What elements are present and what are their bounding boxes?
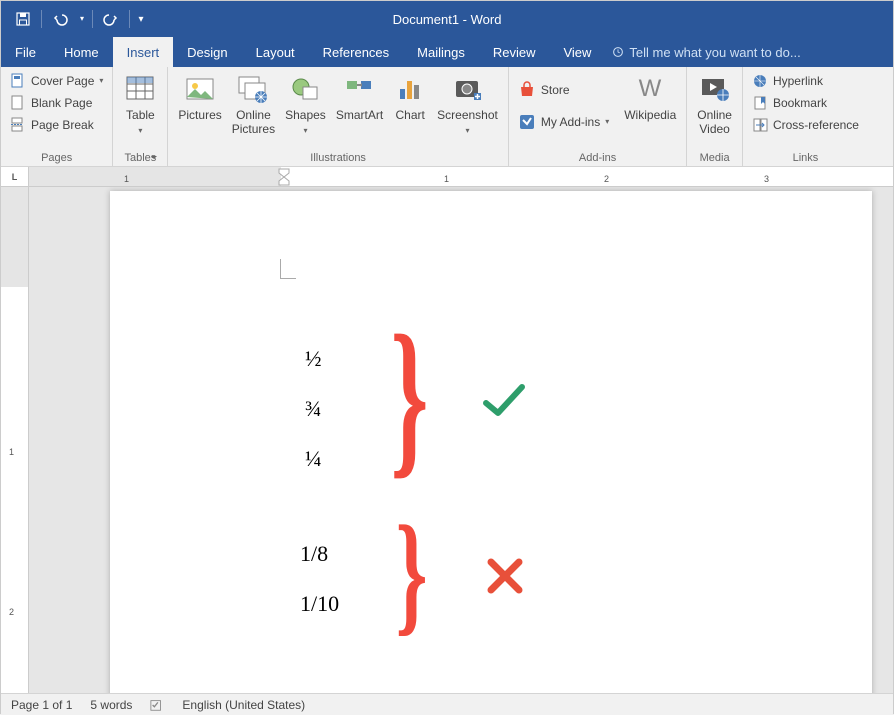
fraction-text[interactable]: 1/8 (300, 541, 328, 567)
page-break-button[interactable]: Page Break (7, 115, 106, 135)
tell-me-search[interactable]: Tell me what you want to do... (605, 37, 800, 67)
tab-mailings[interactable]: Mailings (403, 37, 479, 67)
cross-reference-button[interactable]: Cross-reference (749, 115, 862, 135)
document-page[interactable]: ½ ¾ ¼ } 1/8 1/10 } (110, 191, 872, 693)
smartart-button[interactable]: SmartArt (332, 71, 387, 123)
title-bar: ▾ ▾ Document1 - Word (1, 1, 893, 37)
ruler-area: L 1 1 2 3 (1, 167, 893, 187)
fraction-text[interactable]: ½ (305, 346, 322, 372)
tab-home[interactable]: Home (50, 37, 113, 67)
window-title: Document1 - Word (393, 12, 502, 27)
checkmark-icon (480, 381, 528, 424)
group-media: Online Video Media (687, 67, 743, 166)
group-label-tables: Tables (119, 150, 161, 166)
group-illustrations: Pictures Online Pictures Shapes▾ SmartAr… (168, 67, 508, 166)
store-button[interactable]: Store (515, 79, 612, 101)
shapes-button[interactable]: Shapes▾ (281, 71, 330, 137)
undo-button[interactable] (46, 5, 74, 33)
pictures-button[interactable]: Pictures (174, 71, 225, 123)
language-indicator[interactable]: English (United States) (182, 698, 305, 712)
group-label-illustrations: Illustrations (174, 150, 501, 166)
redo-button[interactable] (97, 5, 125, 33)
table-button[interactable]: Table▾ (119, 71, 161, 137)
tab-file[interactable]: File (1, 37, 50, 67)
cover-page-button[interactable]: Cover Page▾ (7, 71, 106, 91)
group-label-pages: Pages (7, 150, 106, 166)
blank-page-button[interactable]: Blank Page (7, 93, 106, 113)
proofing-icon[interactable] (150, 698, 164, 712)
tab-review[interactable]: Review (479, 37, 550, 67)
chart-button[interactable]: Chart (389, 71, 431, 123)
tab-references[interactable]: References (309, 37, 403, 67)
ribbon: Cover Page▾ Blank Page Page Break Pages … (1, 67, 893, 167)
cross-icon (485, 556, 525, 599)
fraction-text[interactable]: 1/10 (300, 591, 339, 617)
document-scroll[interactable]: ½ ¾ ¼ } 1/8 1/10 } (29, 187, 893, 693)
content-area: 1 2 ½ ¾ ¼ } 1/8 1/10 } (1, 187, 893, 693)
ribbon-tabs: File Home Insert Design Layout Reference… (1, 37, 893, 67)
group-pages: Cover Page▾ Blank Page Page Break Pages (1, 67, 113, 166)
status-bar: Page 1 of 1 5 words English (United Stat… (1, 693, 893, 715)
undo-dropdown[interactable]: ▾ (76, 5, 88, 33)
group-addins: Store My Add-ins ▾ WWikipedia Add-ins (509, 67, 687, 166)
group-tables: Table▾ Tables (113, 67, 168, 166)
hyperlink-button[interactable]: Hyperlink (749, 71, 862, 91)
tab-design[interactable]: Design (173, 37, 241, 67)
group-label-addins: Add-ins (515, 150, 680, 166)
fraction-text[interactable]: ¼ (305, 446, 322, 472)
bookmark-button[interactable]: Bookmark (749, 93, 862, 113)
group-label-links: Links (749, 150, 862, 166)
fraction-text[interactable]: ¾ (305, 396, 322, 422)
page-indicator[interactable]: Page 1 of 1 (11, 698, 72, 712)
group-links: Hyperlink Bookmark Cross-reference Links (743, 67, 868, 166)
save-button[interactable] (9, 5, 37, 33)
online-pictures-button[interactable]: Online Pictures (228, 71, 279, 137)
margin-indicator (280, 259, 296, 279)
ruler-corner[interactable]: L (1, 167, 29, 187)
quick-access-toolbar: ▾ ▾ (1, 5, 148, 33)
screenshot-button[interactable]: Screenshot▾ (433, 71, 502, 137)
tab-layout[interactable]: Layout (242, 37, 309, 67)
brace-icon: } (391, 309, 429, 484)
horizontal-ruler[interactable]: 1 1 2 3 (29, 167, 893, 187)
brace-icon: } (396, 506, 428, 641)
tab-insert[interactable]: Insert (113, 37, 174, 67)
tab-view[interactable]: View (549, 37, 605, 67)
group-label-media: Media (693, 150, 736, 166)
word-count[interactable]: 5 words (90, 698, 132, 712)
online-video-button[interactable]: Online Video (693, 71, 736, 137)
vertical-ruler[interactable]: 1 2 (1, 187, 29, 693)
svg-text:W: W (639, 75, 662, 102)
my-addins-button[interactable]: My Add-ins ▾ (515, 111, 612, 133)
qat-customize[interactable]: ▾ (134, 5, 148, 33)
wikipedia-button[interactable]: WWikipedia (620, 71, 680, 123)
